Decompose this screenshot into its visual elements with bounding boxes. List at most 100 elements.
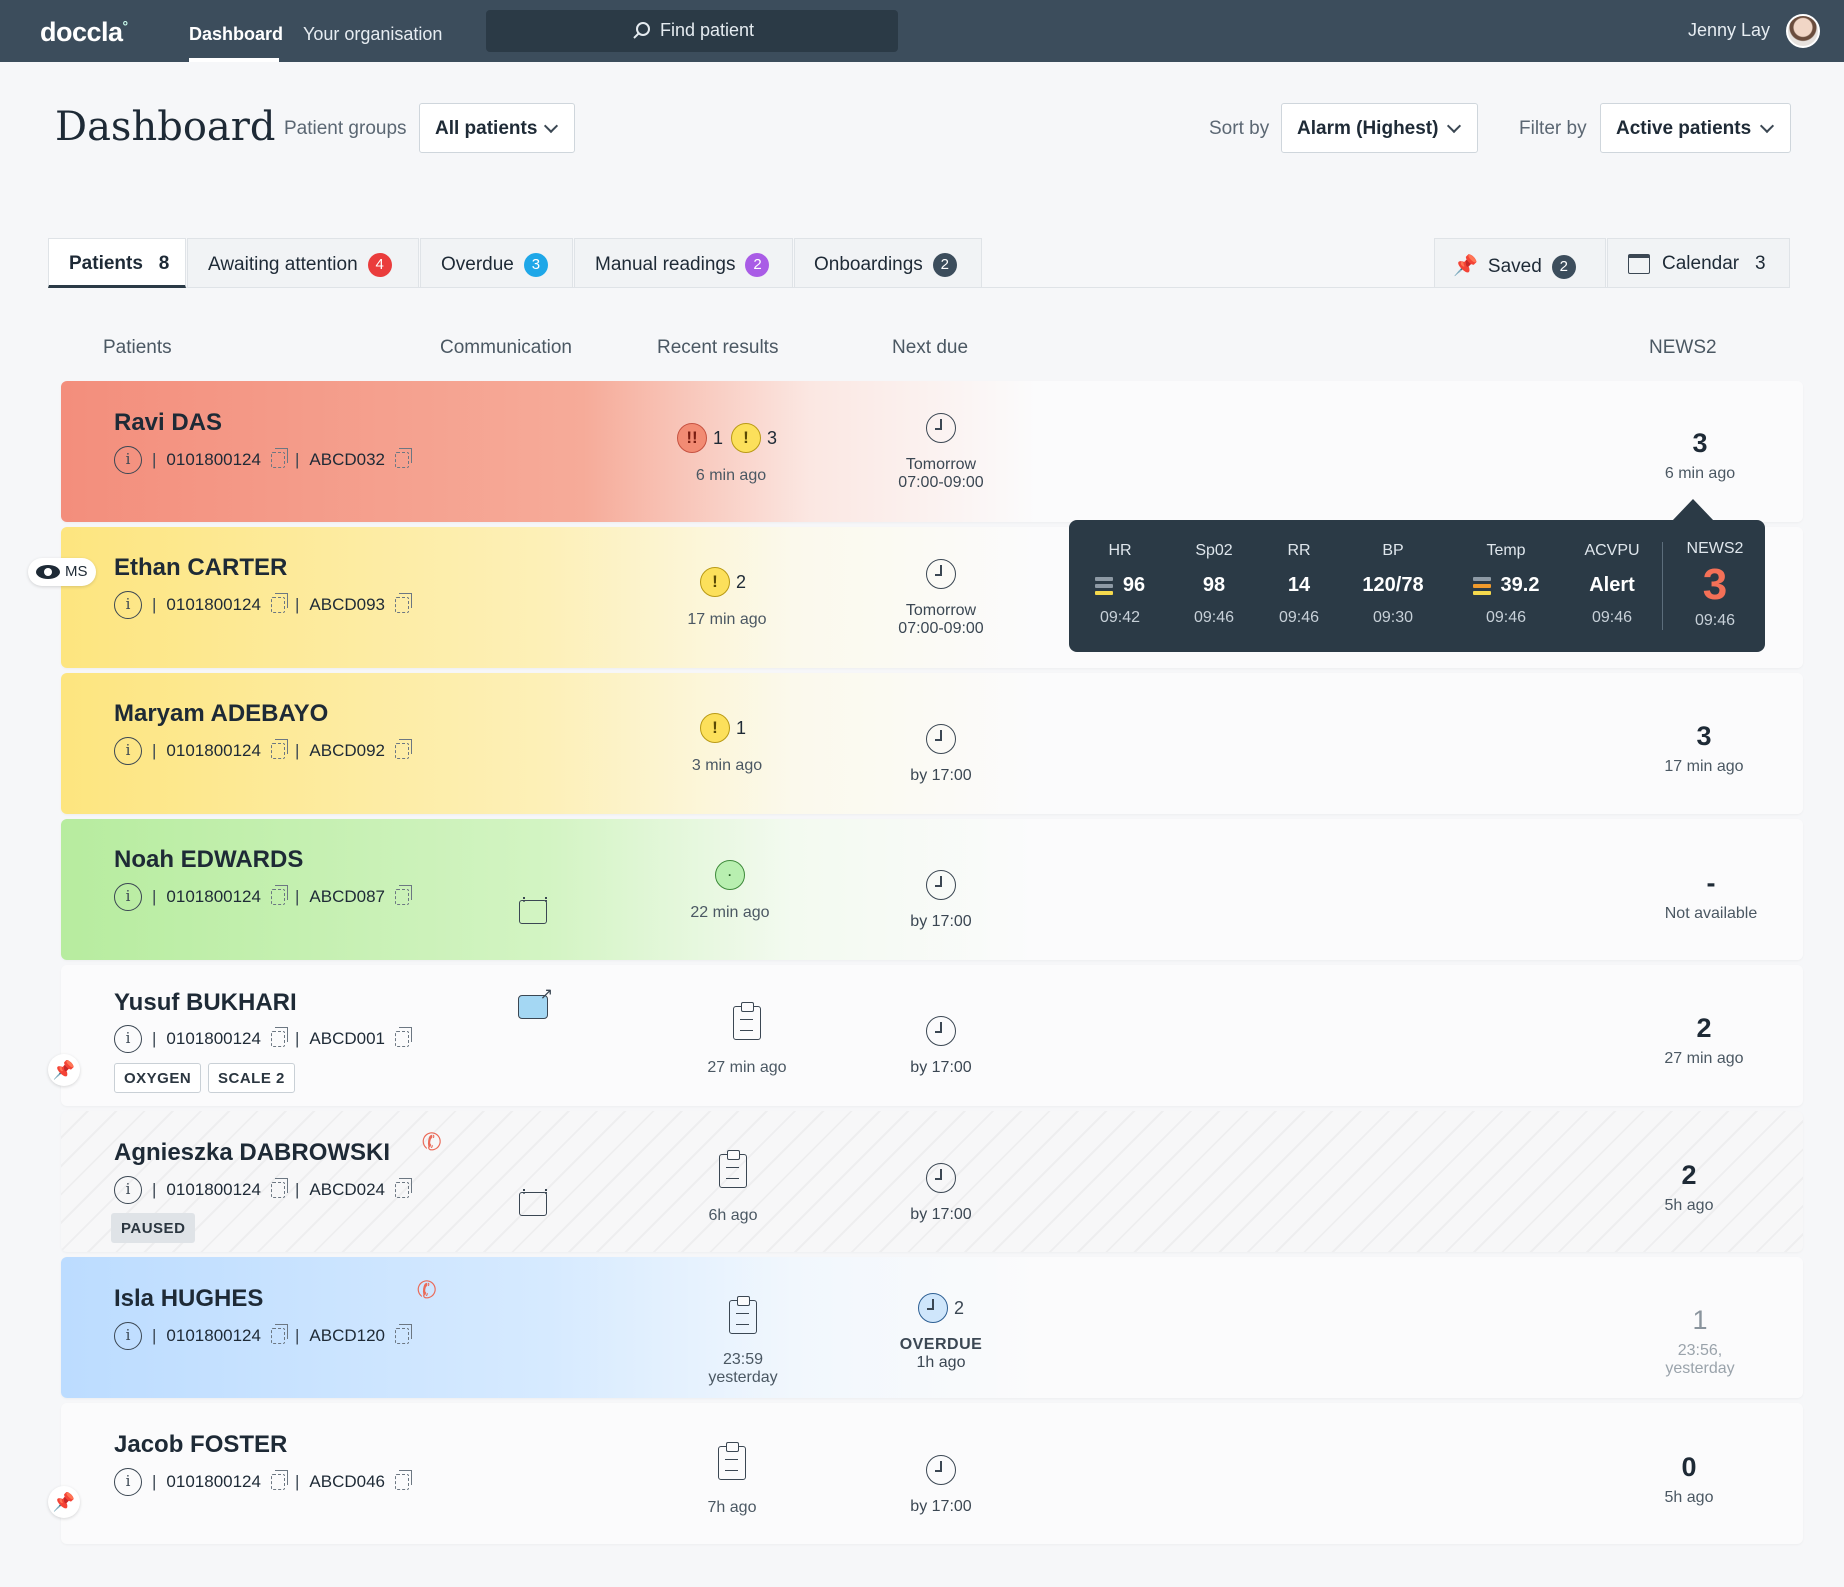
news2-score[interactable]: 2 5h ago <box>1629 1160 1749 1215</box>
watched-by-badge[interactable]: MS <box>28 558 96 586</box>
next-due[interactable]: by 17:00 <box>880 1163 1002 1224</box>
copy-icon[interactable] <box>270 1470 288 1490</box>
sort-by-select[interactable]: Alarm (Highest) <box>1281 103 1478 153</box>
copy-icon[interactable] <box>270 448 288 468</box>
patient-name[interactable]: Ravi DAS <box>114 409 222 437</box>
message-icon[interactable] <box>518 984 553 1019</box>
news2-score[interactable]: 2 27 min ago <box>1644 1013 1764 1068</box>
copy-icon[interactable] <box>395 1324 412 1344</box>
column-header-communication[interactable]: Communication <box>440 337 572 359</box>
news2-value: 0 <box>1681 1452 1697 1482</box>
due-line: by 17:00 <box>910 913 972 930</box>
info-icon[interactable]: i <box>114 1025 142 1053</box>
next-due[interactable]: by 17:00 <box>880 1455 1002 1516</box>
info-icon[interactable]: i <box>114 883 142 911</box>
tab-manual-readings[interactable]: Manual readings 2 <box>574 238 793 288</box>
filter-by-select[interactable]: Active patients <box>1600 103 1791 153</box>
info-icon[interactable]: i <box>114 737 142 765</box>
copy-icon[interactable] <box>395 593 412 613</box>
column-header-next-due[interactable]: Next due <box>892 337 968 359</box>
patient-name[interactable]: Yusuf BUKHARI <box>114 989 297 1017</box>
nav-dashboard[interactable]: Dashboard <box>189 24 283 45</box>
next-due[interactable]: Tomorrow 07:00-09:00 <box>880 413 1002 492</box>
news2-score[interactable]: 3 17 min ago <box>1644 721 1764 776</box>
next-due[interactable]: by 17:00 <box>880 870 1002 931</box>
copy-icon[interactable] <box>270 1324 288 1344</box>
next-due[interactable]: 2 OVERDUE 1h ago <box>880 1293 1002 1372</box>
copy-icon[interactable] <box>395 1178 412 1198</box>
recent-results[interactable]: 23:59 yesterday <box>693 1296 793 1387</box>
recent-results[interactable]: 6h ago <box>683 1150 783 1225</box>
patient-name[interactable]: Isla HUGHES <box>114 1285 263 1313</box>
copy-icon[interactable] <box>270 1178 288 1198</box>
patient-name[interactable]: Agnieszka DABROWSKI <box>114 1139 390 1167</box>
tab-patients[interactable]: Patients 8 <box>48 238 186 288</box>
pinned-icon[interactable]: 📌 <box>48 1486 80 1518</box>
news2-score[interactable]: 0 5h ago <box>1629 1452 1749 1507</box>
next-due[interactable]: by 17:00 <box>880 724 1002 785</box>
patient-identifiers: i | 0101800124 | ABCD120 <box>114 1322 412 1350</box>
recent-results[interactable]: · 22 min ago <box>680 860 780 922</box>
recent-results[interactable]: ! 2 17 min ago <box>670 567 784 629</box>
due-line: Tomorrow <box>905 456 977 473</box>
result-time: 7h ago <box>707 1499 757 1516</box>
news2-score[interactable]: 3 6 min ago <box>1640 428 1760 483</box>
next-due[interactable]: by 17:00 <box>880 1016 1002 1077</box>
pinned-icon[interactable]: 📌 <box>48 1054 80 1086</box>
count-badge: 2 <box>1551 254 1576 279</box>
patient-identifiers: i | 0101800124 | ABCD093 <box>114 591 412 619</box>
copy-icon[interactable] <box>395 448 412 468</box>
next-due[interactable]: Tomorrow 07:00-09:00 <box>880 559 1002 638</box>
copy-icon[interactable] <box>395 885 412 905</box>
count-badge: 3 <box>523 253 548 277</box>
find-patient-search[interactable]: Find patient <box>486 10 898 52</box>
tab-calendar[interactable]: Calendar 3 <box>1607 238 1790 288</box>
info-icon[interactable]: i <box>114 446 142 474</box>
user-avatar[interactable] <box>1786 14 1820 48</box>
copy-icon[interactable] <box>395 739 412 759</box>
info-icon[interactable]: i <box>114 1468 142 1496</box>
copy-icon[interactable] <box>270 593 288 613</box>
recent-results[interactable]: ! 1 3 min ago <box>682 713 772 775</box>
filter-by-value: Active patients <box>1616 118 1752 139</box>
info-icon[interactable]: i <box>114 1322 142 1350</box>
copy-icon[interactable] <box>270 739 288 759</box>
recent-results[interactable]: 7h ago <box>682 1442 782 1517</box>
vital-news2: NEWS2 3 09:46 <box>1686 540 1744 629</box>
patient-tag-paused: PAUSED <box>111 1213 196 1243</box>
column-header-patients[interactable]: Patients <box>103 337 172 359</box>
column-header-news2[interactable]: NEWS2 <box>1649 337 1717 359</box>
user-name[interactable]: Jenny Lay <box>1688 20 1770 41</box>
copy-icon[interactable] <box>270 885 288 905</box>
tab-saved[interactable]: 📌 Saved 2 <box>1434 238 1606 288</box>
recent-results[interactable]: !! 1! 3 6 min ago <box>671 423 791 485</box>
top-navigation: doccla° Dashboard Your organisation Find… <box>0 0 1844 62</box>
nav-your-organisation[interactable]: Your organisation <box>303 24 442 45</box>
recent-results[interactable]: 27 min ago <box>697 1002 797 1077</box>
patient-name[interactable]: Ethan CARTER <box>114 554 287 582</box>
patient-name[interactable]: Jacob FOSTER <box>114 1431 287 1459</box>
notes-icon[interactable] <box>519 1189 547 1216</box>
nav-active-indicator <box>189 58 279 62</box>
news2-score[interactable]: - Not available <box>1651 868 1771 923</box>
notes-icon[interactable] <box>519 897 547 924</box>
column-header-recent-results[interactable]: Recent results <box>657 337 778 359</box>
news2-score[interactable]: 1 23:56, yesterday <box>1640 1305 1760 1378</box>
search-placeholder: Find patient <box>660 20 755 40</box>
due-line: by 17:00 <box>910 767 972 784</box>
info-icon[interactable]: i <box>114 591 142 619</box>
tab-awaiting-attention[interactable]: Awaiting attention 4 <box>187 238 419 288</box>
doccla-logo[interactable]: doccla° <box>40 17 128 48</box>
nhs-number: 0101800124 <box>166 1180 261 1199</box>
copy-icon[interactable] <box>395 1470 412 1490</box>
patient-name[interactable]: Noah EDWARDS <box>114 846 303 874</box>
tab-onboardings[interactable]: Onboardings 2 <box>794 238 982 288</box>
copy-icon[interactable] <box>395 1027 412 1047</box>
alert-count: 1 <box>735 717 746 738</box>
info-icon[interactable]: i <box>114 1176 142 1204</box>
patient-name[interactable]: Maryam ADEBAYO <box>114 700 328 728</box>
tab-overdue[interactable]: Overdue 3 <box>420 238 573 288</box>
result-time: 3 min ago <box>691 757 763 774</box>
patient-groups-select[interactable]: All patients <box>419 103 575 153</box>
copy-icon[interactable] <box>270 1027 288 1047</box>
